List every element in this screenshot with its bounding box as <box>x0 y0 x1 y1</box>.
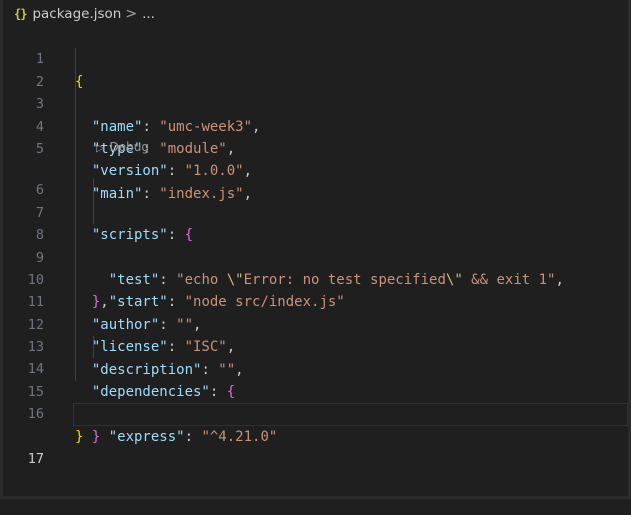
code-line: 5 "main": "index.js", <box>0 115 628 202</box>
play-outline-icon: ▷ <box>96 140 105 154</box>
indent-guide <box>93 201 94 225</box>
indent-guide <box>75 137 76 157</box>
indent-guide <box>75 156 76 180</box>
code-line: 14 "express": "^4.21.0" <box>0 336 628 445</box>
indent-guide <box>75 93 76 116</box>
code-editor[interactable]: 1 { 2 "name": "umc-week3", 3 "type": "mo… <box>0 26 628 467</box>
indent-guide <box>75 291 76 314</box>
line-number: 17 <box>27 451 44 468</box>
indent-guide <box>75 48 76 71</box>
chevron-right-icon: > <box>125 6 138 22</box>
indent-guide <box>75 70 76 94</box>
indent-guide <box>93 179 94 202</box>
indent-guide <box>93 336 94 359</box>
code-text: "express": "^4.21.0" <box>108 428 278 445</box>
debug-codelens[interactable]: ▷ Debug <box>96 138 149 157</box>
json-string: "^4.21.0" <box>201 428 278 445</box>
code-line: 7 "test": "echo \"Error: no test specifi… <box>0 179 628 288</box>
code-line: 3 "type": "module", <box>0 70 628 157</box>
debug-label: Debug <box>109 139 149 154</box>
code-line-current[interactable]: 17 <box>0 403 628 467</box>
code-line: 9 }, <box>0 224 628 310</box>
codelens-row: ▷ Debug <box>0 137 628 157</box>
code-line: 11 "license": "ISC", <box>0 268 628 355</box>
code-text: } <box>75 426 83 448</box>
editor-window: {} package.json > ... 1 { 2 "name": "umc… <box>0 0 631 499</box>
indent-guide <box>75 358 76 381</box>
code-line: 4 "version": "1.0.0", <box>0 93 628 179</box>
indent-guide <box>75 201 76 225</box>
code-line: 1 { <box>0 26 628 89</box>
brace: } <box>91 428 101 445</box>
indent-guide <box>75 179 76 202</box>
code-line: 2 "name": "umc-week3", <box>0 48 628 135</box>
breadcrumb: {} package.json > ... <box>14 4 155 24</box>
indent-guide <box>75 224 76 247</box>
json-key: "express" <box>108 428 185 445</box>
json-file-icon: {} <box>14 7 27 21</box>
indent-guide <box>75 336 76 359</box>
code-line: 10 "author": "", <box>0 246 628 333</box>
breadcrumb-file[interactable]: package.json <box>32 6 121 22</box>
indent-guide <box>75 268 76 292</box>
code-line: 13 "dependencies": { <box>0 313 628 400</box>
indent-guide <box>75 313 76 337</box>
brace: } <box>75 428 84 445</box>
code-line: 8 "start": "node src/index.js" <box>0 201 628 310</box>
code-line: 15 } <box>0 358 628 445</box>
code-line: 12 "description": "", <box>0 291 628 378</box>
code-line: 16 } <box>0 381 628 444</box>
indent-guide <box>75 115 76 138</box>
code-line: 6 "scripts": { <box>0 156 628 243</box>
current-line-highlight <box>73 403 628 427</box>
indent-guide <box>75 246 76 269</box>
breadcrumb-more[interactable]: ... <box>142 6 155 22</box>
